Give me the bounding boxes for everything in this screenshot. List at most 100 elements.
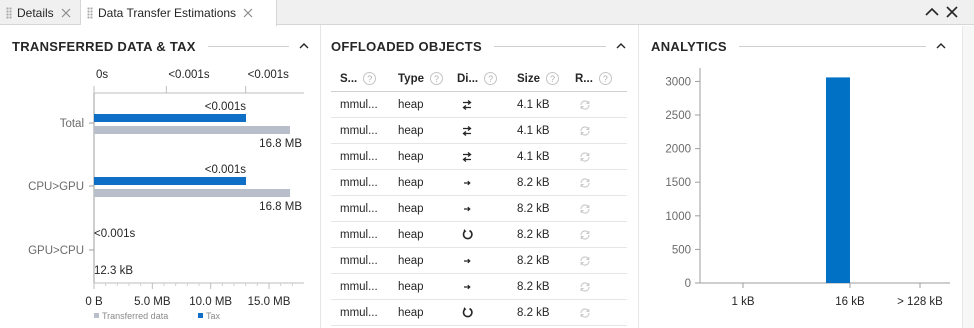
- close-icon[interactable]: [59, 6, 73, 20]
- arrow-right-icon: [460, 280, 474, 294]
- reuse-icon: [578, 98, 592, 112]
- help-icon[interactable]: ?: [546, 72, 560, 85]
- table-row[interactable]: mmul... heap 4.1 kB: [331, 144, 627, 170]
- bottom-tick-label: 15.0 MB: [248, 296, 291, 308]
- chevron-up-icon[interactable]: [298, 40, 310, 52]
- source-cell: mmul...: [340, 176, 378, 189]
- offloaded-header: OFFLOADED OBJECTS: [331, 38, 627, 54]
- legend-label: Tax: [206, 311, 221, 321]
- x-tick-label: 16 kB: [835, 296, 865, 308]
- help-icon[interactable]: ?: [430, 72, 443, 85]
- arrow-right-icon: [460, 176, 474, 190]
- source-cell: mmul...: [340, 202, 378, 215]
- reuse-icon: [578, 280, 592, 294]
- table-row[interactable]: mmul... heap 4.1 kB: [331, 118, 627, 144]
- source-cell: mmul...: [340, 254, 378, 267]
- x-tick-label: > 128 kB: [897, 296, 943, 308]
- transferred-title: TRANSFERRED DATA & TAX: [12, 38, 196, 54]
- column-header-direction[interactable]: Di...?: [449, 72, 508, 85]
- bottom-tick-label: 5.0 MB: [134, 296, 171, 308]
- transferred-bar-label: 12.3 kB: [94, 265, 133, 277]
- type-cell: heap: [398, 254, 424, 267]
- transferred-data-bar[interactable]: [94, 126, 290, 134]
- offloaded-title: OFFLOADED OBJECTS: [331, 38, 482, 54]
- source-cell: mmul...: [340, 228, 378, 241]
- table-row[interactable]: mmul... heap 4.1 kB: [331, 92, 627, 118]
- chevron-up-icon[interactable]: [935, 40, 947, 52]
- y-tick-label: 500: [672, 244, 691, 256]
- arrow-right-icon: [460, 202, 474, 216]
- reuse-icon: [578, 228, 592, 242]
- drag-grip-icon[interactable]: [6, 6, 12, 19]
- table-row[interactable]: mmul... heap 8.2 kB: [331, 196, 627, 222]
- tax-bar[interactable]: [94, 114, 246, 122]
- header-divider: [207, 45, 289, 47]
- histogram-bar[interactable]: [826, 77, 850, 283]
- legend-label: Transferred data: [102, 311, 168, 321]
- header-divider: [494, 45, 606, 47]
- help-icon[interactable]: ?: [363, 72, 377, 85]
- type-cell: heap: [398, 306, 424, 319]
- type-cell: heap: [398, 176, 424, 189]
- size-cell: 4.1 kB: [517, 98, 550, 111]
- tab-bar: Details Data Transfer Estimations: [0, 0, 974, 26]
- top-tick-label: <0.001s: [168, 69, 209, 81]
- y-tick-label: 1000: [665, 211, 691, 223]
- table-row[interactable]: mmul... heap 8.2 kB: [331, 248, 627, 274]
- reuse-icon: [578, 306, 592, 320]
- bidirectional-arrows-icon: [460, 98, 474, 112]
- close-icon[interactable]: [241, 6, 255, 20]
- size-cell: 8.2 kB: [517, 176, 550, 189]
- y-tick-label: 3000: [665, 76, 691, 88]
- type-cell: heap: [398, 202, 424, 215]
- drag-grip-icon[interactable]: [87, 7, 93, 19]
- tab-data-transfer-estimations[interactable]: Data Transfer Estimations: [81, 0, 277, 26]
- arrow-right-icon: [460, 254, 474, 268]
- chevron-up-icon[interactable]: [615, 40, 627, 52]
- source-cell: mmul...: [340, 98, 378, 111]
- size-cell: 8.2 kB: [517, 202, 550, 215]
- column-header-source[interactable]: S...?: [331, 72, 390, 85]
- table-row[interactable]: mmul... heap 8.2 kB: [331, 170, 627, 196]
- table-body: mmul... heap 4.1 kB mmul... heap 4.1 kB mmul..…: [331, 92, 627, 326]
- category-label: GPU>CPU: [28, 245, 84, 257]
- column-header-type[interactable]: Type?: [390, 72, 449, 85]
- tax-bar-label: <0.001s: [205, 164, 246, 176]
- table-row[interactable]: mmul... heap 8.2 kB: [331, 274, 627, 300]
- help-icon[interactable]: ?: [598, 72, 612, 85]
- table-row[interactable]: mmul... heap 8.2 kB: [331, 222, 627, 248]
- size-cell: 4.1 kB: [517, 124, 550, 137]
- round-trip-icon: [460, 306, 474, 320]
- tab-data-transfer-label: Data Transfer Estimations: [98, 6, 237, 20]
- tab-details[interactable]: Details: [0, 0, 81, 25]
- analytics-histogram: 0 500 1000 1500 2000 2500 3000 1 kB 16 kB > 128 k…: [665, 68, 950, 308]
- bidirectional-arrows-icon: [460, 150, 474, 164]
- top-tick-label: 0s: [96, 69, 108, 81]
- type-cell: heap: [398, 98, 424, 111]
- reuse-icon: [578, 124, 592, 138]
- type-cell: heap: [398, 280, 424, 293]
- size-cell: 8.2 kB: [517, 228, 550, 241]
- help-icon[interactable]: ?: [484, 72, 498, 85]
- transferred-data-bar[interactable]: [94, 189, 290, 197]
- vertical-scrollbar[interactable]: [962, 26, 974, 328]
- collapse-up-icon[interactable]: [924, 4, 940, 20]
- column-header-size[interactable]: Size?: [508, 72, 567, 85]
- source-cell: mmul...: [340, 280, 378, 293]
- category-label: Total: [60, 118, 84, 130]
- header-divider: [738, 45, 926, 47]
- table-header-row: S...? Type? Di...? Size? R...?: [331, 66, 627, 92]
- column-header-reuse[interactable]: R...?: [567, 72, 627, 85]
- tab-details-label: Details: [17, 5, 54, 20]
- reuse-icon: [578, 254, 592, 268]
- round-trip-icon: [460, 228, 474, 242]
- tax-bar[interactable]: [94, 177, 246, 185]
- y-tick-label: 0: [685, 278, 691, 290]
- close-window-icon[interactable]: [944, 4, 960, 20]
- reuse-icon: [578, 150, 592, 164]
- reuse-icon: [578, 202, 592, 216]
- legend-swatch: [198, 313, 203, 318]
- table-row[interactable]: mmul... heap 8.2 kB: [331, 300, 627, 326]
- type-cell: heap: [398, 228, 424, 241]
- bottom-tick-label: 0 B: [85, 296, 103, 308]
